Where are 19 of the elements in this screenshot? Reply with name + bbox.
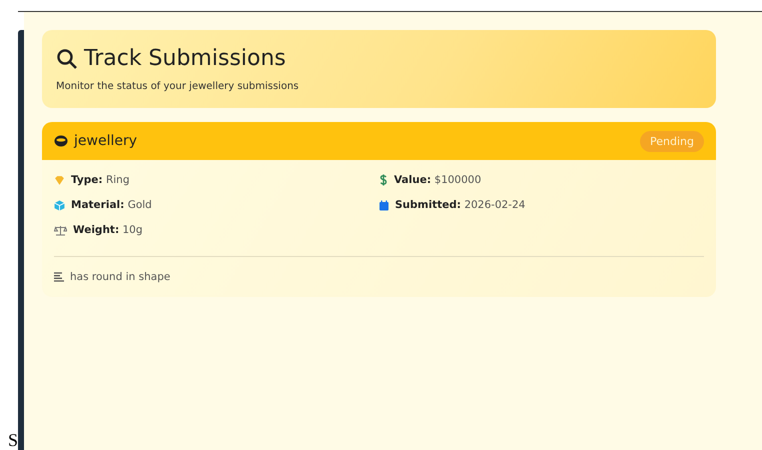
field-text: Type: Ring — [71, 174, 130, 186]
page-title: Track Submissions — [84, 46, 286, 71]
scale-icon — [54, 224, 67, 236]
dollar-icon — [379, 174, 388, 186]
field-text: Weight: 10g — [73, 224, 143, 236]
calendar-icon — [379, 200, 389, 210]
page-subtitle: Monitor the status of your jewellery submissions — [56, 81, 300, 92]
text-lines-icon — [54, 272, 64, 282]
cube-icon — [54, 200, 65, 210]
status-badge: Pending — [640, 130, 704, 152]
description-text: has round in shape — [70, 271, 170, 283]
field-text: Material: Gold — [71, 199, 152, 211]
field-text: Value: $100000 — [394, 174, 482, 186]
field-text: Submitted: 2026-02-24 — [395, 199, 526, 211]
ring-icon — [54, 135, 68, 147]
search-icon — [56, 48, 78, 70]
stray-text: S — [8, 430, 18, 450]
submission-name: jewellery — [74, 133, 137, 149]
gem-icon — [54, 174, 65, 186]
